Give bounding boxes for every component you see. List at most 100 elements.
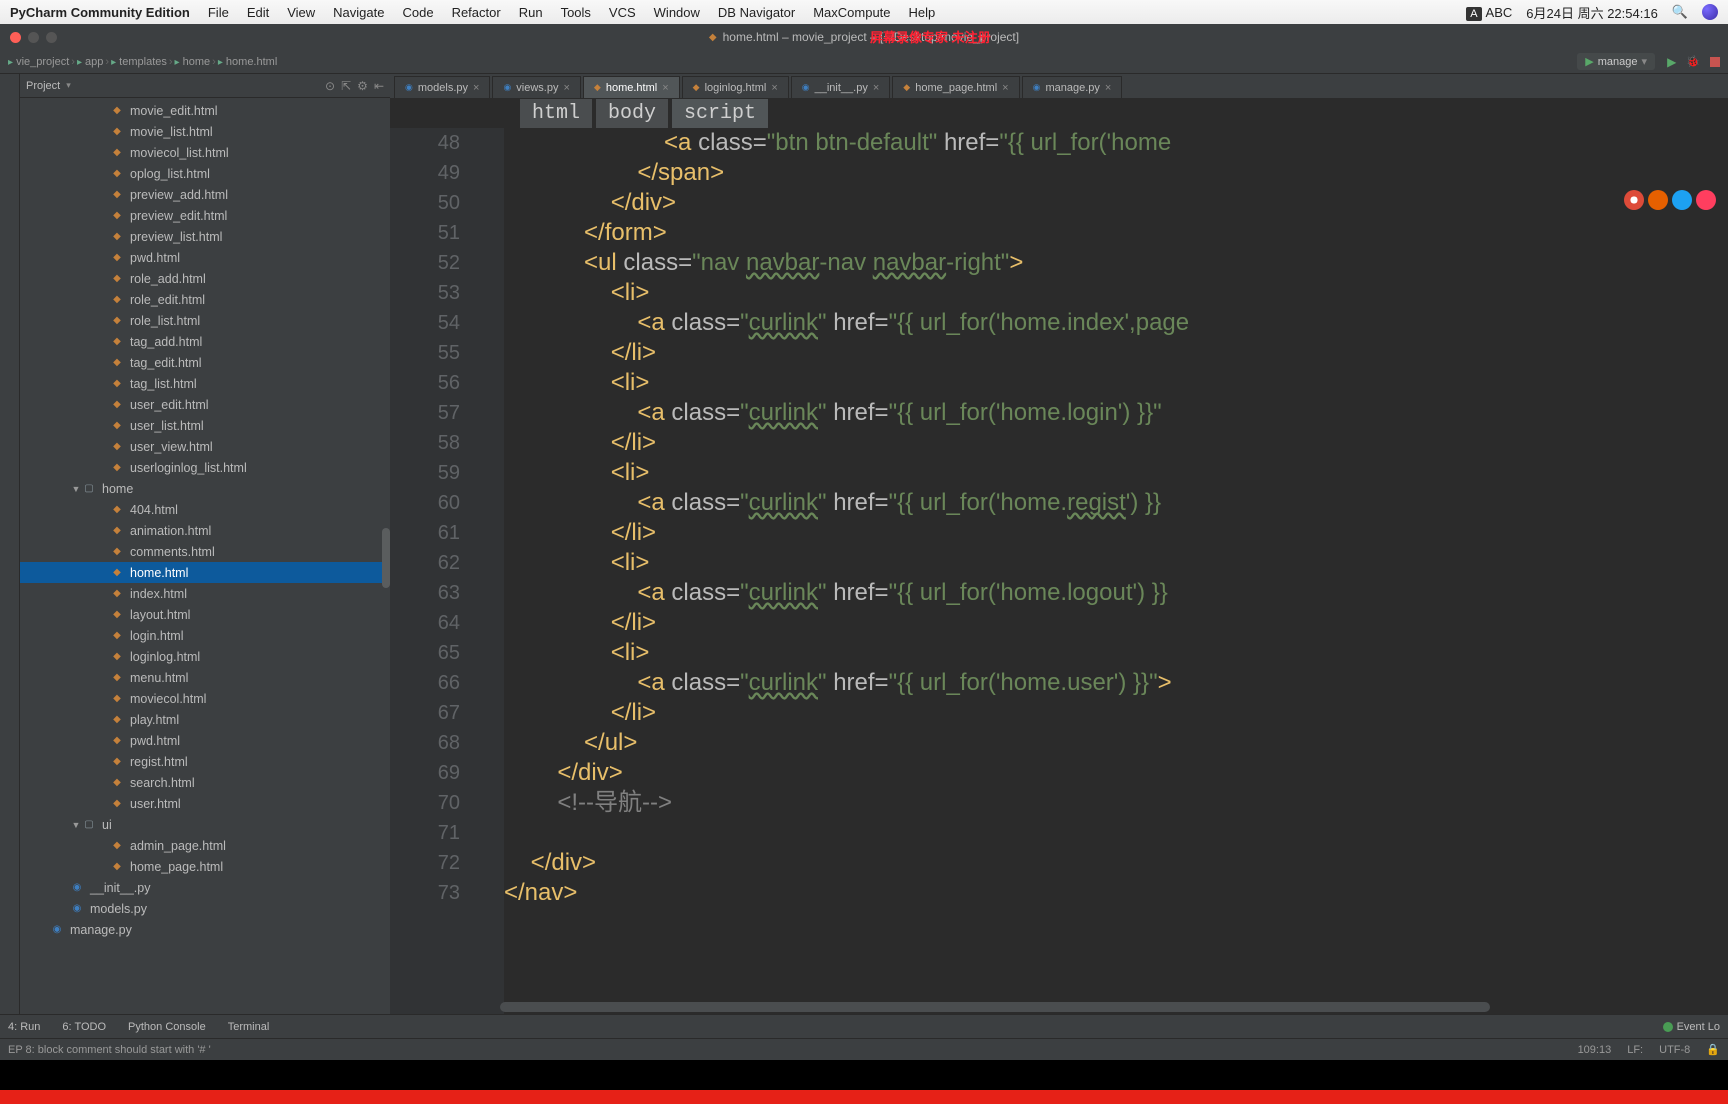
tree-item[interactable]: ◆login.html: [20, 625, 390, 646]
breadcrumb-chip[interactable]: body: [596, 99, 668, 128]
bottom-tool-tab[interactable]: Python Console: [128, 1021, 206, 1033]
tree-item[interactable]: ◆role_add.html: [20, 268, 390, 289]
event-log-button[interactable]: Event Lo: [1663, 1021, 1720, 1033]
project-tree[interactable]: ◆movie_edit.html◆movie_list.html◆movieco…: [20, 98, 390, 1014]
hide-panel-icon[interactable]: ⇤: [374, 79, 384, 93]
code-editor[interactable]: <a class="btn btn-default" href="{{ url_…: [504, 128, 1728, 1014]
tree-item[interactable]: ▼▢ui: [20, 814, 390, 835]
close-tab-icon[interactable]: ×: [1002, 82, 1008, 94]
bottom-tool-tab[interactable]: 4: Run: [8, 1021, 40, 1033]
debug-button[interactable]: 🐞: [1686, 55, 1700, 68]
breadcrumb-chip[interactable]: html: [520, 99, 592, 128]
tree-item[interactable]: ◆preview_add.html: [20, 184, 390, 205]
scroll-from-source-icon[interactable]: ⊙: [325, 79, 335, 93]
breadcrumb-chip[interactable]: script: [672, 99, 768, 128]
user-icon[interactable]: [1702, 4, 1718, 21]
tree-item[interactable]: ◆preview_edit.html: [20, 205, 390, 226]
settings-gear-icon[interactable]: ⚙: [357, 79, 368, 93]
editor-tab[interactable]: ◆home.html×: [583, 76, 680, 98]
structure-breadcrumbs[interactable]: htmlbodyscript: [390, 98, 1728, 128]
menu-code[interactable]: Code: [402, 5, 433, 20]
menu-maxcompute[interactable]: MaxCompute: [813, 5, 890, 20]
tree-item[interactable]: ◆index.html: [20, 583, 390, 604]
close-tab-icon[interactable]: ×: [473, 82, 479, 94]
tree-item[interactable]: ◆comments.html: [20, 541, 390, 562]
editor-tab[interactable]: ◉manage.py×: [1022, 76, 1123, 98]
readonly-lock-icon[interactable]: 🔒: [1706, 1043, 1720, 1056]
line-number-gutter[interactable]: 4849505152535455565758596061626364656667…: [390, 128, 490, 1014]
menu-view[interactable]: View: [287, 5, 315, 20]
tree-item[interactable]: ◆tag_list.html: [20, 373, 390, 394]
tree-item[interactable]: ◆search.html: [20, 772, 390, 793]
tree-item[interactable]: ◆movie_list.html: [20, 121, 390, 142]
tree-item[interactable]: ◉manage.py: [20, 919, 390, 940]
close-tab-icon[interactable]: ×: [563, 82, 569, 94]
project-view-selector[interactable]: Project: [26, 80, 60, 92]
input-method[interactable]: AABC: [1466, 5, 1512, 20]
menu-db-navigator[interactable]: DB Navigator: [718, 5, 795, 20]
video-progress-bar[interactable]: [0, 1090, 1728, 1104]
menu-window[interactable]: Window: [654, 5, 700, 20]
tree-item[interactable]: ◆layout.html: [20, 604, 390, 625]
close-tab-icon[interactable]: ×: [662, 82, 668, 94]
close-tab-icon[interactable]: ×: [771, 82, 777, 94]
tree-item[interactable]: ◆role_edit.html: [20, 289, 390, 310]
tree-item[interactable]: ◆regist.html: [20, 751, 390, 772]
tool-window-strip-left[interactable]: [0, 74, 20, 1014]
collapse-all-icon[interactable]: ⇱: [341, 79, 351, 93]
editor-tab[interactable]: ◉views.py×: [492, 76, 580, 98]
run-configuration[interactable]: ▶ manage ▾: [1577, 53, 1655, 70]
menu-run[interactable]: Run: [519, 5, 543, 20]
tree-item[interactable]: ◆moviecol_list.html: [20, 142, 390, 163]
tree-item[interactable]: ◆oplog_list.html: [20, 163, 390, 184]
chrome-icon[interactable]: [1624, 190, 1644, 210]
cursor-position[interactable]: 109:13: [1578, 1044, 1612, 1056]
bottom-tool-tab[interactable]: 6: TODO: [62, 1021, 106, 1033]
tree-item[interactable]: ◆tag_edit.html: [20, 352, 390, 373]
tree-item[interactable]: ▼▢home: [20, 478, 390, 499]
nav-crumb[interactable]: vie_project: [13, 56, 69, 68]
minimize-window[interactable]: [28, 32, 39, 43]
run-button[interactable]: ▶: [1667, 55, 1676, 69]
safari-icon[interactable]: [1672, 190, 1692, 210]
tree-item[interactable]: ◆pwd.html: [20, 247, 390, 268]
tree-item[interactable]: ◆moviecol.html: [20, 688, 390, 709]
close-tab-icon[interactable]: ×: [873, 82, 879, 94]
tree-item[interactable]: ◆user_view.html: [20, 436, 390, 457]
tree-scrollbar[interactable]: [382, 528, 390, 588]
spotlight-icon[interactable]: 🔍: [1672, 4, 1688, 20]
tree-item[interactable]: ◉__init__.py: [20, 877, 390, 898]
nav-crumb[interactable]: home.html: [223, 56, 277, 68]
tree-item[interactable]: ◆loginlog.html: [20, 646, 390, 667]
tree-item[interactable]: ◆menu.html: [20, 667, 390, 688]
tree-item[interactable]: ◆pwd.html: [20, 730, 390, 751]
tree-item[interactable]: ◆userloginlog_list.html: [20, 457, 390, 478]
tree-item[interactable]: ◆admin_page.html: [20, 835, 390, 856]
tree-item[interactable]: ◆user_list.html: [20, 415, 390, 436]
tree-item[interactable]: ◆animation.html: [20, 520, 390, 541]
editor-tab[interactable]: ◉__init__.py×: [791, 76, 891, 98]
firefox-icon[interactable]: [1648, 190, 1668, 210]
stop-button[interactable]: [1710, 57, 1720, 67]
menu-vcs[interactable]: VCS: [609, 5, 636, 20]
tree-item[interactable]: ◆preview_list.html: [20, 226, 390, 247]
zoom-window[interactable]: [46, 32, 57, 43]
tree-item[interactable]: ◆tag_add.html: [20, 331, 390, 352]
nav-crumb[interactable]: templates: [116, 56, 167, 68]
editor-tab[interactable]: ◆loginlog.html×: [682, 76, 789, 98]
close-tab-icon[interactable]: ×: [1105, 82, 1111, 94]
tree-item[interactable]: ◆play.html: [20, 709, 390, 730]
close-window[interactable]: [10, 32, 21, 43]
tree-item[interactable]: ◉models.py: [20, 898, 390, 919]
horizontal-scrollbar[interactable]: [500, 1002, 1490, 1012]
tree-item[interactable]: ◆404.html: [20, 499, 390, 520]
editor-tab[interactable]: ◉models.py×: [394, 76, 490, 98]
tree-item[interactable]: ◆movie_edit.html: [20, 100, 390, 121]
fold-gutter[interactable]: [490, 128, 504, 1014]
traffic-lights[interactable]: [10, 32, 57, 43]
nav-crumb[interactable]: app: [82, 56, 103, 68]
line-separator[interactable]: LF:: [1627, 1044, 1643, 1056]
bottom-tool-tab[interactable]: Terminal: [228, 1021, 270, 1033]
tree-item[interactable]: ◆user_edit.html: [20, 394, 390, 415]
menu-refactor[interactable]: Refactor: [452, 5, 501, 20]
